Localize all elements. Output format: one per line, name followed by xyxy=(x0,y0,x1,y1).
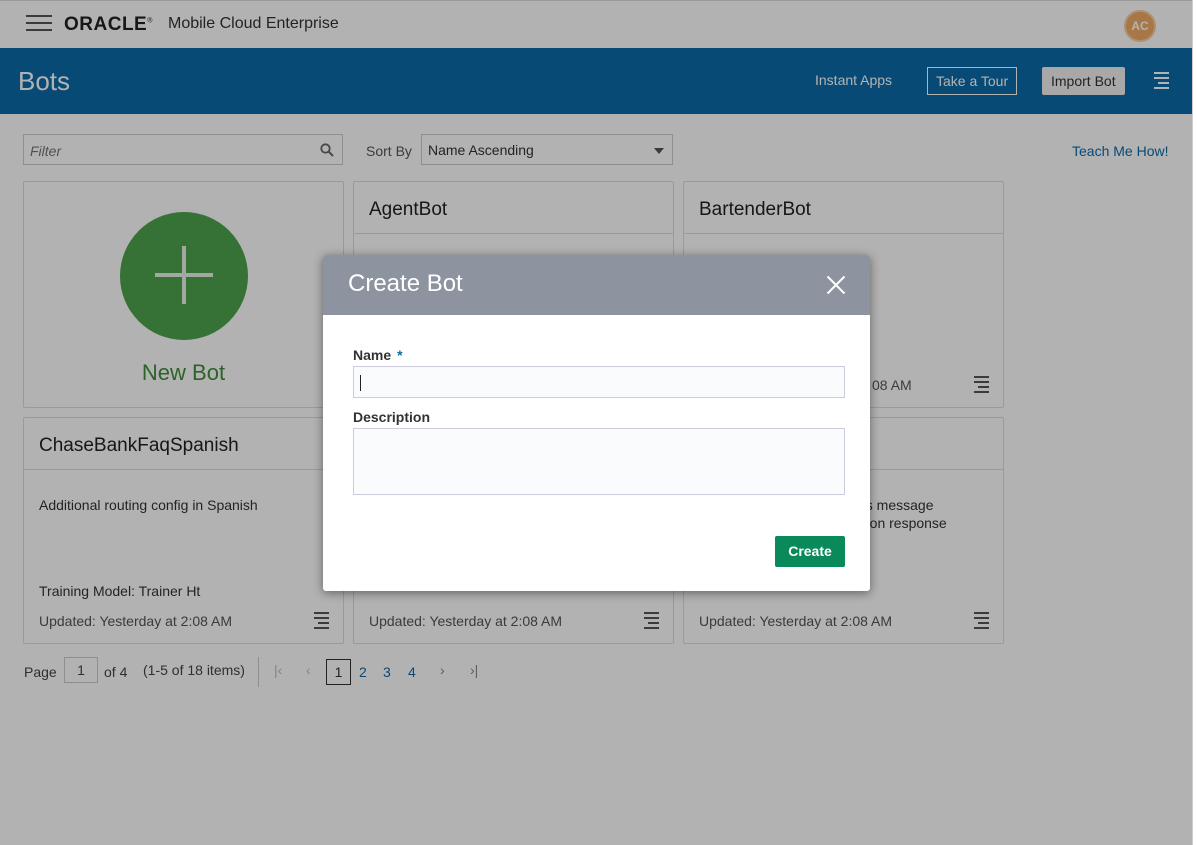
description-field-label: Description xyxy=(353,409,431,425)
app-window: ORACLE® Mobile Cloud Enterprise AC Bots … xyxy=(0,0,1193,845)
name-field-label: Name * xyxy=(353,347,403,363)
dialog-title: Create Bot xyxy=(348,270,463,297)
name-input[interactable] xyxy=(353,366,845,398)
description-input[interactable] xyxy=(353,428,845,495)
create-button[interactable]: Create xyxy=(775,536,845,567)
required-indicator: * xyxy=(397,347,403,363)
text-cursor xyxy=(360,375,361,391)
dialog-header: Create Bot xyxy=(323,255,870,315)
create-bot-dialog: Create Bot Name * Description Create xyxy=(323,255,870,591)
close-icon[interactable] xyxy=(826,275,846,295)
name-label-text: Name xyxy=(353,347,392,363)
